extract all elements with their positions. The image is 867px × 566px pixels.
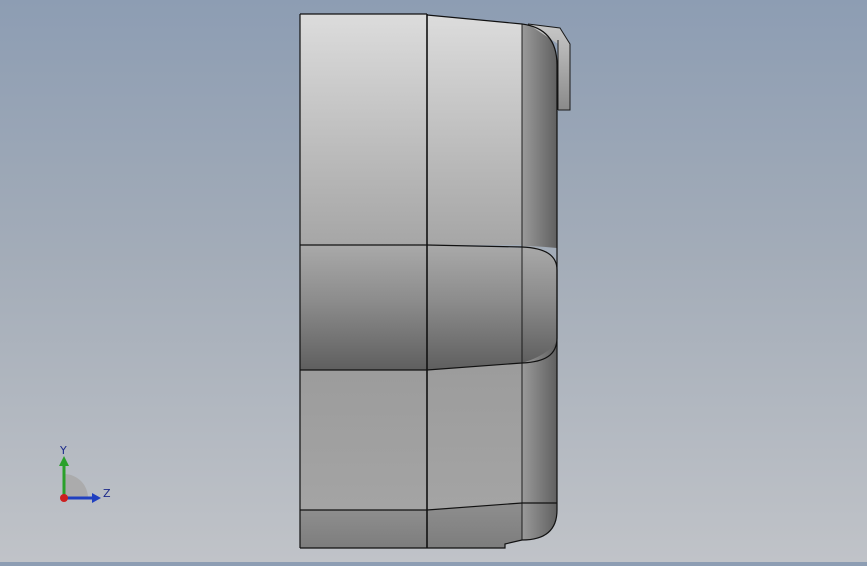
rounded-back-edge[interactable] (522, 24, 557, 540)
rear-body-lower-face[interactable] (427, 363, 522, 510)
back-edge-middle (522, 246, 557, 363)
front-housing-bottom-face[interactable] (300, 510, 427, 548)
front-housing-lower-face[interactable] (300, 370, 427, 510)
triad-plane (64, 474, 88, 498)
front-housing[interactable] (300, 14, 427, 548)
rear-body-upper-face[interactable] (427, 15, 522, 245)
front-housing-middle-face[interactable] (300, 245, 427, 370)
graphics-viewport[interactable]: Y Z (0, 0, 867, 562)
back-edge-bottom (522, 503, 557, 540)
orientation-triad[interactable]: Y Z (50, 440, 120, 510)
rear-body[interactable] (427, 15, 522, 548)
y-axis-label: Y (59, 444, 67, 457)
model-canvas[interactable] (0, 0, 867, 562)
back-edge-upper (522, 24, 557, 248)
z-axis-label: Z (103, 487, 111, 500)
front-housing-upper-face[interactable] (300, 14, 427, 245)
rear-body-middle-face[interactable] (427, 245, 522, 370)
z-axis-arrow-head (92, 493, 101, 503)
rear-body-bottom-face[interactable] (427, 503, 522, 548)
y-axis-arrow-head (59, 456, 69, 466)
x-axis-dot (60, 494, 68, 502)
